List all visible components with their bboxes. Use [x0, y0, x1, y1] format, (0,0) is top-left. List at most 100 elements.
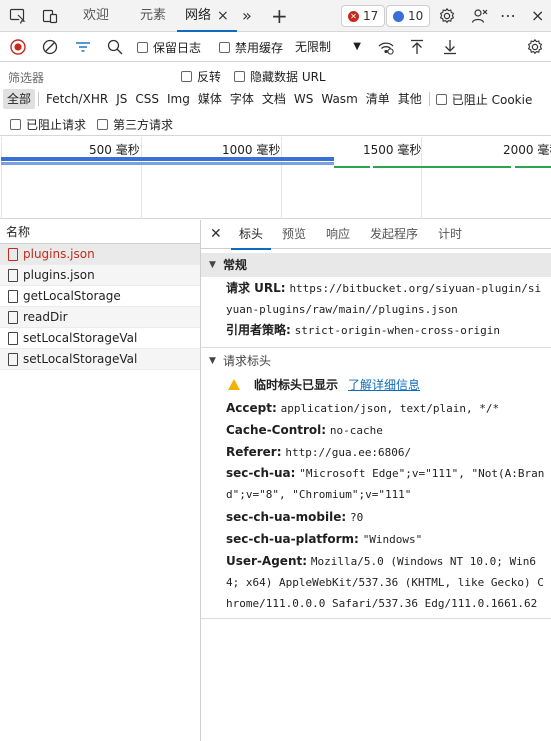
type-filter-media[interactable]: 媒体: [194, 89, 226, 109]
network-toolbar: 保留日志 禁用缓存 无限制 ▼: [0, 32, 551, 62]
tab-response[interactable]: 响应: [326, 220, 350, 249]
header-key: sec-ch-ua-mobile:: [226, 510, 347, 524]
timeline-tick: [141, 137, 142, 219]
header-key: sec-ch-ua:: [226, 466, 296, 480]
divider: [201, 618, 551, 619]
type-filter-doc[interactable]: 文档: [258, 89, 290, 109]
type-filter-all[interactable]: 全部: [3, 89, 36, 109]
blocked-cookies-checkbox[interactable]: 已阻止 Cookie: [435, 91, 533, 108]
document-icon: [8, 289, 18, 303]
close-tab-icon[interactable]: ×: [217, 0, 229, 32]
document-icon: [8, 331, 18, 345]
export-har-icon[interactable]: [440, 37, 460, 57]
request-name: readDir: [23, 309, 68, 324]
timeline-overview[interactable]: 500 毫秒 1000 毫秒 1500 毫秒 2000 毫秒: [0, 137, 551, 219]
request-name: plugins.json: [23, 267, 95, 282]
blocked-requests-checkbox[interactable]: 已阻止请求: [10, 116, 86, 133]
messages-count: 10: [408, 9, 424, 23]
type-filter-other[interactable]: 其他: [394, 89, 426, 109]
request-name: getLocalStorage: [23, 288, 121, 303]
header-value: ?0: [349, 511, 364, 524]
tab-network[interactable]: 网络: [176, 0, 238, 32]
header-key: User-Agent:: [226, 554, 308, 568]
name-column-header[interactable]: 名称: [0, 220, 200, 244]
type-filter-font[interactable]: 字体: [226, 89, 258, 109]
checkbox-box[interactable]: [10, 119, 21, 130]
filter-input[interactable]: 筛选器: [8, 69, 44, 86]
tab-timing[interactable]: 计时: [438, 220, 462, 249]
type-filter-wasm[interactable]: Wasm: [317, 89, 361, 109]
timeline-tick: [281, 137, 282, 219]
header-key: Cache-Control:: [226, 423, 327, 437]
checkbox-box[interactable]: [181, 71, 192, 82]
more-tabs-icon[interactable]: »: [242, 0, 252, 32]
search-icon[interactable]: [105, 37, 125, 57]
request-row-plugins-json[interactable]: plugins.json: [0, 265, 200, 286]
third-party-label: 第三方请求: [113, 118, 174, 132]
checkbox-box[interactable]: [97, 119, 108, 130]
header-key: Accept:: [226, 401, 277, 415]
checkbox-box[interactable]: [219, 42, 230, 53]
preserve-log-checkbox[interactable]: 保留日志: [137, 39, 201, 56]
inspect-element-icon[interactable]: [8, 6, 28, 26]
timeline-bar-waiting: [1, 157, 334, 161]
third-party-checkbox[interactable]: 第三方请求: [97, 116, 173, 133]
record-stop-icon[interactable]: [8, 37, 28, 57]
add-tab-icon[interactable]: +: [271, 0, 288, 32]
request-row-get-local-storage[interactable]: getLocalStorage: [0, 286, 200, 307]
details-tabs: ✕ 标头 预览 响应 发起程序 计时: [201, 220, 551, 250]
checkbox-box[interactable]: [137, 42, 148, 53]
tab-elements[interactable]: 元素: [140, 0, 166, 32]
device-emulation-icon[interactable]: [40, 6, 60, 26]
checkbox-box[interactable]: [435, 93, 447, 105]
clear-icon[interactable]: [40, 37, 60, 57]
document-icon: [8, 352, 18, 366]
blocked-requests-label: 已阻止请求: [26, 118, 87, 132]
hide-data-urls-checkbox[interactable]: 隐藏数据 URL: [234, 68, 326, 85]
general-section-header[interactable]: ▼ 常规: [201, 253, 551, 277]
request-row-plugins-json-error[interactable]: plugins.json: [0, 244, 200, 265]
header-row-cache-control: Cache-Control: no-cache: [226, 420, 546, 441]
import-har-icon[interactable]: [407, 37, 427, 57]
more-options-icon[interactable]: ⋯: [500, 0, 516, 32]
request-row-read-dir[interactable]: readDir: [0, 307, 200, 328]
chevron-down-icon: ▼: [209, 356, 216, 366]
network-settings-gear-icon[interactable]: [525, 37, 545, 57]
learn-more-link[interactable]: 了解详细信息: [348, 376, 420, 393]
tab-welcome[interactable]: 欢迎: [83, 0, 109, 32]
type-filter-js[interactable]: JS: [112, 89, 131, 109]
invert-checkbox[interactable]: 反转: [181, 68, 221, 85]
settings-gear-icon[interactable]: [437, 6, 457, 26]
disable-cache-checkbox[interactable]: 禁用缓存: [219, 39, 283, 56]
divider: [38, 92, 40, 106]
tab-preview[interactable]: 预览: [282, 220, 306, 249]
type-filter-img[interactable]: Img: [163, 89, 194, 109]
type-filter-ws[interactable]: WS: [290, 89, 317, 109]
filter-bar: 筛选器 反转 隐藏数据 URL 全部 Fetch/XHR JS CSS Img …: [0, 62, 551, 136]
type-filter-css[interactable]: CSS: [131, 89, 163, 109]
checkbox-box[interactable]: [234, 71, 245, 82]
message-icon: [393, 10, 404, 22]
network-conditions-icon[interactable]: [376, 37, 396, 57]
tab-headers[interactable]: 标头: [230, 220, 272, 250]
request-row-set-local-storage-val[interactable]: setLocalStorageVal: [0, 328, 200, 349]
type-filter-manifest[interactable]: 清单: [362, 89, 394, 109]
provisional-headers-warning: 临时标头已显示 了解详细信息: [228, 376, 420, 393]
errors-badge[interactable]: ✕ 17: [341, 5, 386, 27]
request-list: 名称 plugins.json plugins.json getLocalSto…: [0, 220, 201, 741]
chevron-down-icon: ▼: [209, 260, 216, 270]
tab-initiator[interactable]: 发起程序: [370, 220, 418, 249]
throttling-select[interactable]: 无限制 ▼: [291, 37, 367, 57]
filter-icon[interactable]: [73, 37, 93, 57]
blocked-cookies-label: 已阻止 Cookie: [451, 92, 533, 107]
referrer-policy-row: 引用者策略: strict-origin-when-cross-origin: [226, 320, 546, 341]
messages-badge[interactable]: 10: [386, 5, 431, 27]
request-headers-section-header[interactable]: ▼ 请求标头: [201, 349, 551, 373]
close-details-icon[interactable]: ✕: [210, 220, 222, 249]
close-devtools-icon[interactable]: ×: [531, 0, 544, 32]
customize-icon[interactable]: [470, 6, 490, 26]
preserve-log-label: 保留日志: [153, 41, 202, 55]
type-filter-fetch-xhr[interactable]: Fetch/XHR: [42, 89, 112, 109]
request-row-set-local-storage-val[interactable]: setLocalStorageVal: [0, 349, 200, 370]
header-row-sec-ch-ua-platform: sec-ch-ua-platform: "Windows": [226, 529, 546, 550]
